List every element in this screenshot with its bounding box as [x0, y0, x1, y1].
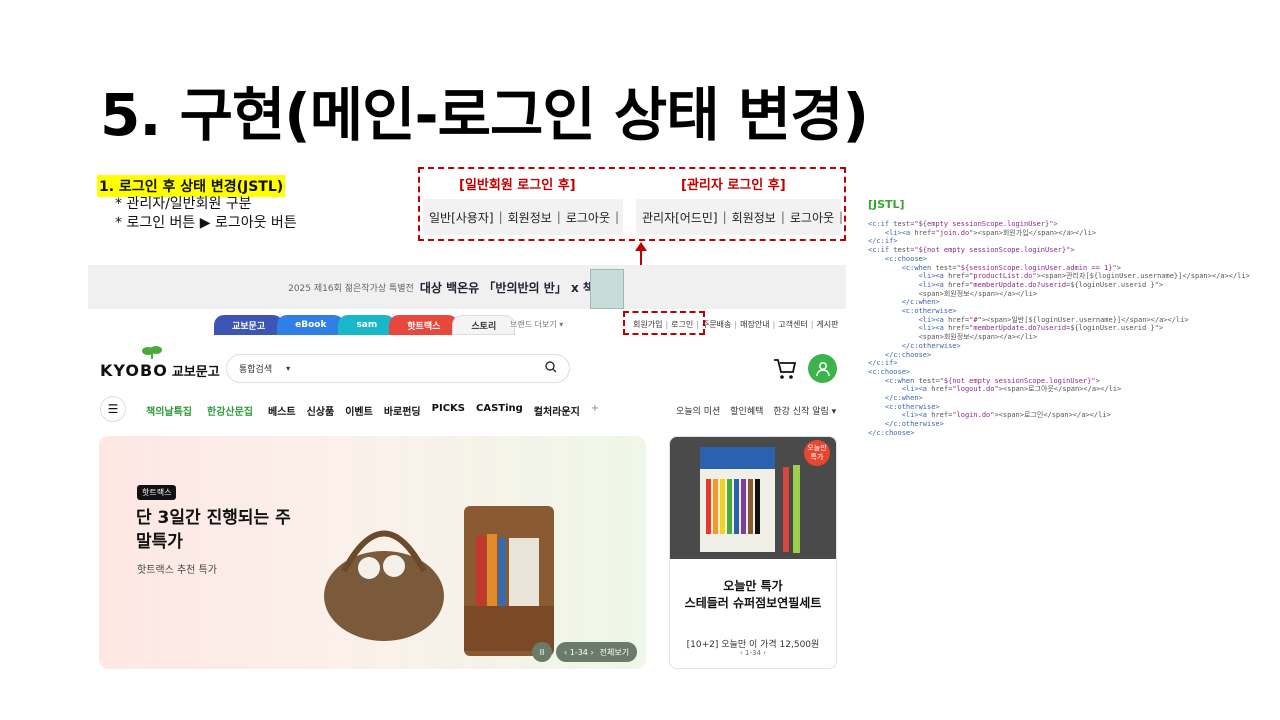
- tab-ebook[interactable]: eBook: [277, 315, 345, 335]
- login-highlight-box: [623, 311, 705, 335]
- tab-hottracks[interactable]: 핫트랙스: [389, 315, 459, 335]
- logout-link[interactable]: 로그아웃: [566, 209, 610, 226]
- search-icon[interactable]: [545, 361, 557, 376]
- tab-label: 핫트랙스: [407, 321, 441, 332]
- separator: |: [722, 210, 727, 224]
- today-deal-card[interactable]: 오늘만 특가 오늘만 특가 스테들러 슈퍼점보연필세트 [10+2] 오늘만 이…: [669, 436, 837, 669]
- banner-caption: 2025 제16회 젊은작가상 특별전: [288, 283, 414, 294]
- separator: |: [839, 210, 844, 224]
- pager-text: ‹ 1-34 ›: [564, 647, 594, 657]
- kyobo-screenshot: 2025 제16회 젊은작가상 특별전 대상 백온유 「반의반의 반」 x 책갈…: [88, 265, 846, 675]
- separator: |: [498, 210, 503, 224]
- tab-label: sam: [356, 320, 378, 330]
- pause-button[interactable]: II: [532, 642, 552, 662]
- member-info-link[interactable]: 회원정보: [732, 209, 776, 226]
- deal-product-name: 스테들러 슈퍼점보연필세트: [684, 596, 822, 610]
- hero-product-image: [324, 506, 554, 656]
- member-info-link[interactable]: 회원정보: [508, 209, 552, 226]
- today-deal-badge: 오늘만 특가: [804, 440, 830, 466]
- hamburger-menu-icon[interactable]: ☰: [100, 396, 126, 422]
- nav-item-new[interactable]: 신상품: [307, 403, 335, 418]
- tab-story[interactable]: 스토리: [452, 315, 516, 335]
- nav-item-hankang[interactable]: 한강산문집: [207, 403, 257, 418]
- brand-more-link[interactable]: 브랜드 더보기 ▾: [510, 319, 563, 330]
- kyobo-logo[interactable]: KYOBO 교보문고: [100, 361, 220, 380]
- customer-center-link[interactable]: 고객센터: [778, 320, 807, 329]
- banner-headline: 대상 백온유 「반의반의 반」 x 책갈피: [419, 280, 616, 295]
- deal-title: 오늘만 특가: [723, 579, 783, 593]
- deal-pager[interactable]: ‹ 1-34 ›: [670, 649, 836, 657]
- order-delivery-link[interactable]: 주문배송: [702, 320, 731, 329]
- top-banner[interactable]: 2025 제16회 젊은작가상 특별전 대상 백온유 「반의반의 반」 x 책갈…: [88, 265, 846, 309]
- nav-mission[interactable]: 오늘의 미션: [676, 404, 720, 417]
- tab-label: eBook: [295, 320, 327, 330]
- hero-badge: 핫트랙스: [137, 485, 177, 500]
- admin-name-link[interactable]: 관리자[어드민]: [642, 209, 718, 226]
- bullet-2: * 로그인 버튼 ▶ 로그아웃 버튼: [115, 215, 297, 231]
- hero-subtitle: 핫트랙스 추천 특가: [137, 565, 217, 576]
- search-bar[interactable]: 통합검색 ▾: [226, 354, 570, 383]
- separator: |: [780, 210, 785, 224]
- nav-item-book-day[interactable]: 책의날특집: [146, 403, 196, 418]
- hero-title: 단 3일간 진행되는 주말특가: [136, 508, 291, 552]
- nav-item-casting[interactable]: CASTing: [476, 403, 523, 418]
- nav-item-funding[interactable]: 바로펀딩: [384, 403, 421, 418]
- logo-korean: 교보문고: [171, 365, 220, 380]
- logo-word: KYOBO: [100, 361, 168, 380]
- user-login-state: 일반[사용자] | 회원정보 | 로그아웃 |: [423, 199, 623, 235]
- nav-discount[interactable]: 할인혜택: [730, 404, 763, 417]
- separator: |: [810, 320, 814, 329]
- chevron-down-icon[interactable]: ▾: [286, 364, 290, 373]
- user-state-label: [일반회원 로그인 후]: [459, 178, 576, 193]
- board-link[interactable]: 게시판: [816, 320, 838, 329]
- nav-item-event[interactable]: 이벤트: [345, 403, 373, 418]
- tab-sam[interactable]: sam: [338, 315, 396, 335]
- bullet-1: * 관리자/일반회원 구분: [115, 196, 252, 212]
- user-avatar-icon[interactable]: [808, 354, 837, 383]
- plus-icon[interactable]: +: [591, 403, 599, 418]
- jstl-heading: [JSTL]: [868, 198, 905, 211]
- view-all-link[interactable]: 전체보기: [600, 647, 629, 658]
- separator: |: [615, 210, 620, 224]
- nav-hankang-alert[interactable]: 한강 신작 알림 ▾: [773, 404, 836, 417]
- separator: |: [734, 320, 738, 329]
- search-category[interactable]: 통합검색: [239, 362, 272, 375]
- tab-label: 교보문고: [232, 321, 266, 332]
- nav-item-best[interactable]: 베스트: [268, 403, 296, 418]
- admin-state-label: [관리자 로그인 후]: [681, 178, 786, 193]
- sprout-logo-icon: [142, 346, 162, 359]
- cart-icon[interactable]: [773, 358, 797, 380]
- banner-book-image: [590, 269, 624, 309]
- tab-kyobo[interactable]: 교보문고: [214, 315, 284, 335]
- jstl-code-block: <c:if test="${empty sessionScope.loginUs…: [868, 220, 1250, 437]
- nav-item-culture[interactable]: 컬처라운지: [534, 403, 580, 418]
- separator: |: [772, 320, 776, 329]
- nav-item-picks[interactable]: PICKS: [432, 403, 465, 418]
- main-nav: 책의날특집 한강산문집 베스트 신상품 이벤트 바로펀딩 PICKS CASTi…: [146, 403, 599, 418]
- user-name-link[interactable]: 일반[사용자]: [429, 209, 494, 226]
- hero-pager[interactable]: ‹ 1-34 › 전체보기: [556, 642, 638, 662]
- hero-controls: II ‹ 1-34 › 전체보기: [532, 642, 638, 662]
- logout-link[interactable]: 로그아웃: [790, 209, 834, 226]
- service-tabs: 교보문고 eBook sam 핫트랙스 스토리: [214, 315, 516, 335]
- tab-label: 스토리: [471, 321, 497, 332]
- admin-login-state: 관리자[어드민] | 회원정보 | 로그아웃 |: [636, 199, 844, 235]
- separator: |: [556, 210, 561, 224]
- hero-banner[interactable]: 핫트랙스 단 3일간 진행되는 주말특가 핫트랙스 추천 특가 II ‹ 1-3…: [99, 436, 646, 669]
- slide-title: 5. 구현(메인-로그인 상태 변경): [100, 81, 869, 149]
- secondary-nav: 오늘의 미션 할인혜택 한강 신작 알림 ▾: [676, 404, 836, 417]
- store-info-link[interactable]: 매장안내: [740, 320, 769, 329]
